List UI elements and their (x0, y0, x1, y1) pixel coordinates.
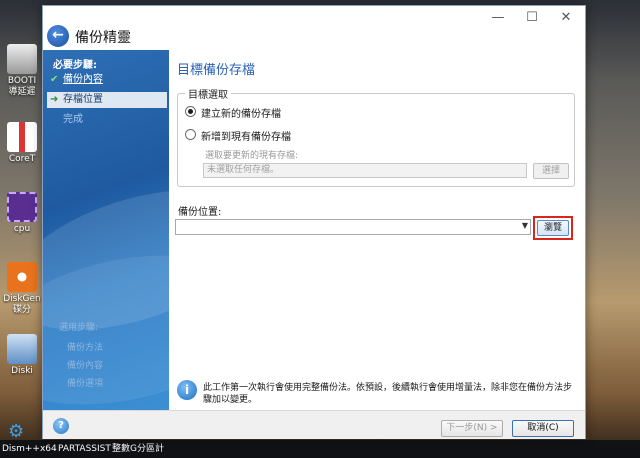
desktop-icon-label: 導延遲 (8, 87, 36, 97)
desktop-icon-label: BOOTI (7, 76, 37, 86)
gear-icon[interactable]: ⚙ (8, 421, 24, 442)
disk-tool-icon (7, 334, 37, 364)
backup-location-label: 備份位置: (178, 207, 222, 218)
boot-app-icon (7, 44, 37, 74)
wizard-content: 目標備份存檔 目標選取 建立新的備份存檔 新增到現有備份存檔 選取要更新的現有存… (169, 50, 585, 410)
sidebar-optional-step: 備份內容 (67, 361, 104, 371)
desktop-icon-coretemp[interactable]: CoreT (0, 122, 44, 165)
info-icon: i (177, 380, 197, 400)
thermometer-icon (7, 122, 37, 152)
sidebar-optional-step: 備份方法 (67, 343, 104, 353)
browse-button[interactable]: 瀏覽 (537, 220, 569, 236)
backup-location-combobox[interactable]: ▼ (175, 219, 531, 235)
sidebar-heading: 必要步驟: (53, 60, 97, 71)
browse-highlight: 瀏覽 (533, 216, 573, 240)
radio-add-existing-label[interactable]: 新增到現有備份存檔 (201, 128, 291, 143)
sidebar-step-label: 備份內容 (63, 74, 103, 85)
sidebar-step-label: 存檔位置 (63, 94, 103, 105)
taskbar-item-partassist[interactable]: PARTASSIST (58, 440, 111, 458)
taskbar-item-dism[interactable]: Dism++x64 (2, 440, 57, 458)
arrow-right-icon: ➜ (50, 94, 59, 105)
desktop-icon-label: CoreT (8, 154, 36, 164)
backup-wizard-window: ← 備份精靈 — ☐ ✕ 必要步驟: ✔ 備份內容 ➜ 存檔位置 完成 選用步驟… (42, 5, 586, 439)
window-title: 備份精靈 (75, 30, 131, 46)
desktop-icon-diskgenius[interactable]: DiskGen 碟分 (0, 262, 44, 316)
page-title: 目標備份存檔 (177, 63, 256, 78)
cpu-chip-icon (7, 192, 37, 222)
close-button[interactable]: ✕ (553, 9, 579, 27)
sidebar-optional-step: 備份選項 (67, 379, 104, 389)
diskgenius-icon (7, 262, 37, 292)
back-arrow-icon[interactable]: ← (47, 25, 69, 47)
existing-archive-field: 未選取任何存檔。 (203, 163, 527, 178)
sidebar-step-label: 完成 (63, 114, 83, 125)
checkmark-icon: ✔ (50, 74, 59, 85)
desktop-icon-boot[interactable]: BOOTI 導延遲 (0, 44, 44, 98)
wizard-sidebar: 必要步驟: ✔ 備份內容 ➜ 存檔位置 完成 選用步驟: 備份方法 備份內容 備… (43, 50, 169, 410)
select-existing-button: 選擇 (533, 163, 569, 179)
desktop-icon-label: DiskGen (3, 294, 41, 304)
sidebar-step-backup-content[interactable]: ✔ 備份內容 (47, 72, 167, 88)
cancel-button[interactable]: 取消(C) (512, 420, 574, 437)
sidebar-step-finish: 完成 (47, 112, 167, 128)
help-icon[interactable]: ? (53, 418, 69, 434)
existing-archive-hint: 選取要更新的現有存檔: (205, 151, 299, 161)
info-text: 此工作第一次執行會使用完整備份法。依預設，後續執行會使用增量法，除非您在備份方法… (203, 383, 573, 405)
desktop-icon-label: Diski (11, 366, 33, 376)
radio-create-new-label[interactable]: 建立新的備份存檔 (201, 105, 281, 120)
wizard-footer: ? 下一步(N) > 取消(C) (43, 410, 585, 439)
sidebar-optional-heading: 選用步驟: (59, 323, 99, 333)
radio-create-new[interactable] (185, 106, 196, 117)
taskbar: Dism++x64 PARTASSIST 整數G分區計 (0, 440, 640, 458)
desktop-icon-label: 碟分 (12, 305, 31, 315)
desktop-icon-label: cpu (13, 224, 31, 234)
maximize-button[interactable]: ☐ (519, 9, 545, 27)
sidebar-step-archive-location[interactable]: ➜ 存檔位置 (47, 92, 167, 108)
chevron-down-icon[interactable]: ▼ (522, 221, 528, 230)
taskbar-item-partition[interactable]: 整數G分區計 (112, 440, 164, 458)
minimize-button[interactable]: — (485, 9, 511, 27)
group-legend: 目標選取 (185, 86, 231, 101)
radio-add-existing[interactable] (185, 129, 196, 140)
title-bar: ← 備份精靈 — ☐ ✕ (43, 6, 585, 50)
desktop-icon-disk[interactable]: Diski (0, 334, 44, 377)
next-button[interactable]: 下一步(N) > (441, 420, 503, 437)
desktop-icon-cpu[interactable]: cpu (0, 192, 44, 235)
